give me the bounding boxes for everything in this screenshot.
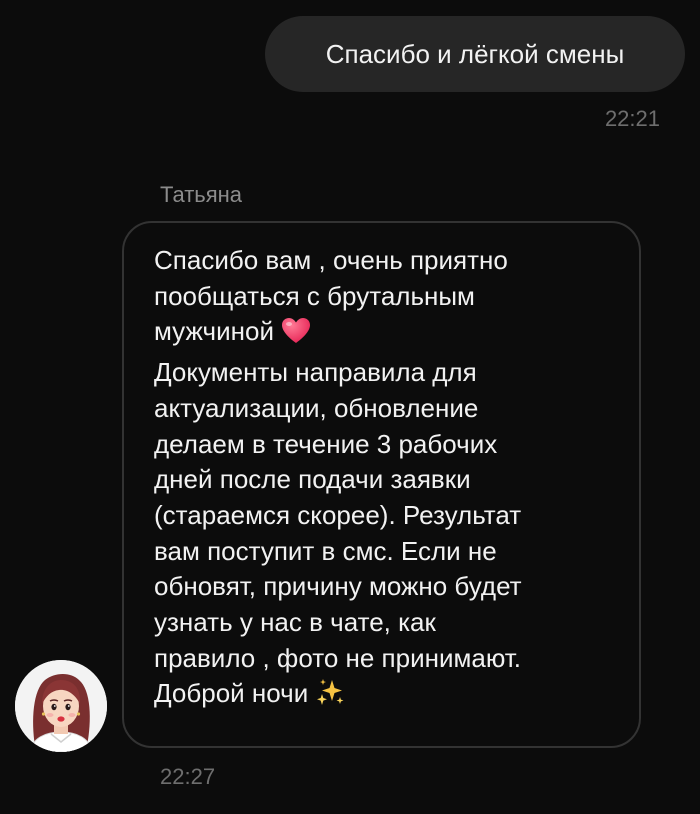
outgoing-message-bubble[interactable]: Спасибо и лёгкой смены — [265, 16, 685, 92]
message-line: актуализации, обновление — [154, 392, 479, 423]
chat-screen: Спасибо и лёгкой смены 22:21 Татьяна Спа… — [0, 0, 700, 814]
message-line: мужчиной — [154, 316, 274, 347]
message-line: делаем в течение 3 рабочих — [154, 428, 498, 459]
sender-name: Татьяна — [160, 182, 243, 207]
sparkles-emoji-icon — [315, 677, 345, 717]
incoming-message-time: 22:27 — [160, 764, 216, 789]
incoming-message-bubble[interactable]: Спасибо вам , очень приятно пообщаться с… — [122, 221, 641, 748]
message-line: правило , фото не принимают. — [154, 642, 522, 673]
incoming-message-text: Спасибо вам , очень приятно пообщаться с… — [154, 243, 617, 717]
outgoing-message-time: 22:21 — [604, 106, 660, 131]
woman-avatar-icon — [15, 660, 107, 752]
message-line: дней после подачи заявки — [154, 464, 471, 495]
message-line: Доброй ночи — [154, 678, 309, 709]
message-line: вам поступит в смс. Если не — [154, 535, 497, 566]
avatar[interactable] — [15, 660, 107, 752]
message-line: пообщаться с брутальным — [154, 280, 475, 311]
message-line: Документы направила для — [154, 357, 477, 388]
heart-emoji-icon — [281, 317, 311, 355]
message-line: узнать у нас в чате, как — [154, 607, 436, 638]
message-line: (стараемся скорее). Результат — [154, 499, 522, 530]
outgoing-message-text: Спасибо и лёгкой смены — [325, 38, 625, 69]
message-line: обновят, причину можно будет — [154, 571, 522, 602]
message-line: Спасибо вам , очень приятно — [154, 245, 508, 275]
